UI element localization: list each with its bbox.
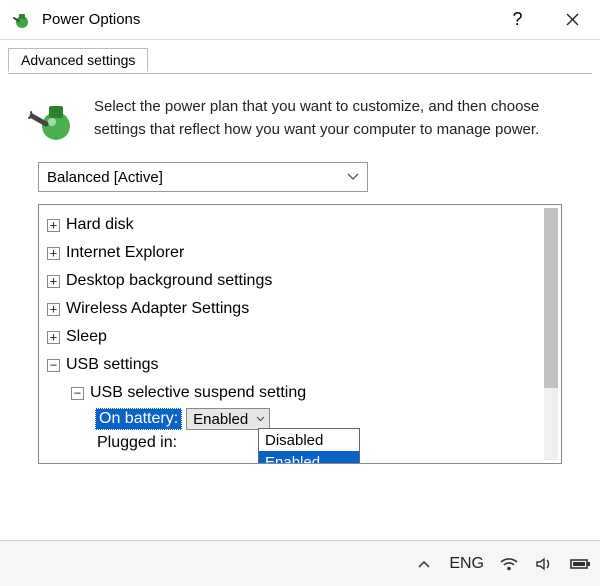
chevron-down-icon — [256, 416, 265, 422]
on-battery-label: On battery: — [95, 408, 182, 430]
tree-label: Sleep — [66, 328, 107, 346]
plugged-in-label: Plugged in: — [95, 433, 179, 453]
battery-icon[interactable] — [570, 553, 592, 575]
expand-icon[interactable]: + — [47, 247, 60, 260]
power-plan-icon — [28, 96, 76, 144]
battery-plan-icon — [10, 8, 34, 32]
expand-icon[interactable]: + — [47, 331, 60, 344]
wifi-icon[interactable] — [498, 553, 520, 575]
combo-value: Enabled — [193, 411, 248, 428]
help-button[interactable]: ? — [490, 0, 545, 40]
tree-item-usb-settings[interactable]: − USB settings — [43, 351, 557, 379]
intro-text: Select the power plan that you want to c… — [94, 96, 554, 141]
tray-overflow-button[interactable] — [413, 553, 435, 575]
collapse-icon[interactable]: − — [71, 387, 84, 400]
tab-advanced-settings[interactable]: Advanced settings — [8, 48, 148, 72]
tree-label: Hard disk — [66, 216, 134, 234]
tree-item-usb-selective-suspend[interactable]: − USB selective suspend setting — [43, 379, 557, 407]
on-battery-value-combo[interactable]: Enabled — [186, 408, 270, 430]
chevron-down-icon — [347, 173, 359, 181]
tree-label: USB settings — [66, 356, 158, 374]
tree-item-sleep[interactable]: + Sleep — [43, 323, 557, 351]
expand-icon[interactable]: + — [47, 303, 60, 316]
tree-item-hard-disk[interactable]: + Hard disk — [43, 211, 557, 239]
tree-label: USB selective suspend setting — [90, 384, 306, 402]
intro-section: Select the power plan that you want to c… — [8, 74, 592, 162]
tree-label: Desktop background settings — [66, 272, 272, 290]
scrollbar-thumb[interactable] — [544, 208, 558, 388]
expand-icon[interactable]: + — [47, 219, 60, 232]
speaker-icon[interactable] — [534, 553, 556, 575]
dropdown-popup: Disabled Enabled — [258, 428, 360, 464]
language-indicator[interactable]: ENG — [449, 555, 484, 573]
tree-label: Internet Explorer — [66, 244, 184, 262]
expand-icon[interactable]: + — [47, 275, 60, 288]
tree-item-desktop-bg[interactable]: + Desktop background settings — [43, 267, 557, 295]
settings-tree: + Hard disk + Internet Explorer + Deskto… — [38, 204, 562, 464]
plan-select-value: Balanced [Active] — [47, 169, 163, 186]
window-title: Power Options — [42, 11, 140, 28]
tree-item-wireless[interactable]: + Wireless Adapter Settings — [43, 295, 557, 323]
tab-pane: Select the power plan that you want to c… — [8, 73, 592, 464]
tree-label: Wireless Adapter Settings — [66, 300, 249, 318]
dropdown-option-disabled[interactable]: Disabled — [259, 429, 359, 451]
tab-row: Advanced settings — [0, 40, 600, 74]
title-bar: Power Options ? — [0, 0, 600, 40]
plan-select[interactable]: Balanced [Active] — [38, 162, 368, 192]
close-icon — [566, 13, 579, 26]
collapse-icon[interactable]: − — [47, 359, 60, 372]
dropdown-option-enabled[interactable]: Enabled — [259, 451, 359, 464]
taskbar: ENG — [0, 540, 600, 586]
close-button[interactable] — [545, 0, 600, 40]
tree-item-ie[interactable]: + Internet Explorer — [43, 239, 557, 267]
